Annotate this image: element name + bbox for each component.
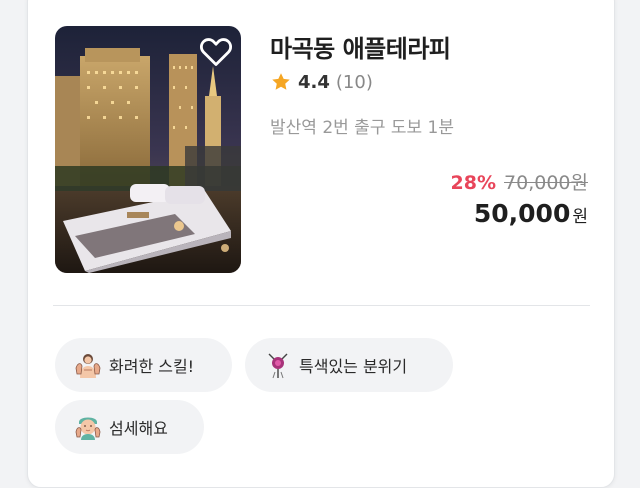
price-row: 28% 70,000원 [451, 168, 588, 195]
tassel-ornament-icon [263, 350, 293, 380]
listing-thumbnail[interactable] [55, 26, 241, 273]
star-icon [272, 73, 290, 90]
listing-title[interactable]: 마곡동 애플테라피 [270, 29, 451, 64]
favorite-button[interactable] [197, 32, 235, 70]
tag-label: 화려한 스킬! [109, 357, 195, 376]
divider [53, 305, 590, 306]
massage-hands-icon [73, 350, 103, 380]
rating-score: 4.4 [298, 71, 330, 93]
rating-count[interactable]: (10) [336, 72, 373, 93]
location-text: 발산역 2번 출구 도보 1분 [270, 118, 455, 138]
final-price: 50,000 [473, 199, 571, 228]
final-price-unit: 원 [572, 207, 588, 227]
facial-care-icon [73, 412, 103, 442]
tag-label: 섬세해요 [109, 419, 168, 438]
heart-outline-icon [199, 38, 233, 66]
final-price-row: 50,000 원 [474, 199, 588, 228]
discount-rate: 28% [450, 172, 497, 194]
tag-label: 특색있는 분위기 [299, 357, 408, 376]
tag-chip-atmosphere[interactable]: 특색있는 분위기 [245, 338, 453, 392]
original-price: 70,000원 [504, 172, 588, 194]
rating: 4.4 (10) [270, 71, 373, 93]
tag-chip-skill[interactable]: 화려한 스킬! [55, 338, 232, 392]
listing-card[interactable]: 마곡동 애플테라피 4.4 (10) 발산역 2번 출구 도보 1분 28% 7… [27, 0, 615, 488]
tag-chip-delicate[interactable]: 섬세해요 [55, 400, 204, 454]
